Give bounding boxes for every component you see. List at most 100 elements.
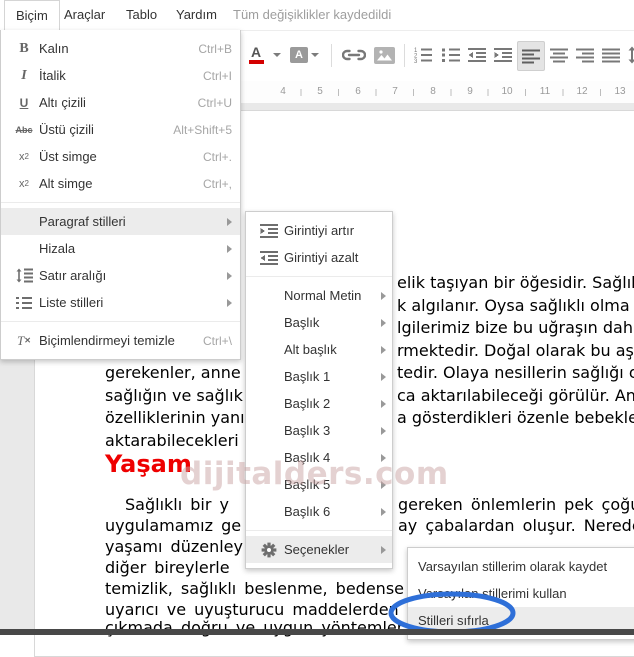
menu-separator [246, 530, 392, 531]
align-right-icon [576, 48, 594, 62]
doc-text-line: sağlığın ve sağlık [105, 386, 243, 405]
menu-item-options[interactable]: Seçenekler [246, 536, 392, 563]
text-color-bar [248, 60, 264, 64]
insert-link-button[interactable] [340, 41, 368, 69]
shortcut: Ctrl+I [202, 68, 232, 83]
menu-item-heading-6[interactable]: Başlık 6 [246, 498, 392, 525]
superscript-icon: x2 [19, 150, 29, 163]
doc-text-line: lgilerimiz bize bu uğraşın daha doğu [397, 318, 634, 337]
menu-item-normal-text[interactable]: Normal Metin [246, 282, 392, 309]
bulleted-list-button[interactable] [438, 41, 464, 69]
doc-text-line: uygulamamız ge [105, 516, 242, 535]
underline-icon: U [19, 95, 29, 110]
text-color-letter: A [250, 44, 262, 60]
doc-text-line: Sağlıklı bir y [125, 495, 229, 514]
options-submenu: Varsayılan stillerim olarak kaydet Varsa… [407, 547, 634, 640]
submenu-arrow-icon [381, 345, 386, 354]
align-left-button[interactable] [517, 41, 545, 71]
bottom-bar [0, 629, 634, 635]
list-styles-icon [9, 296, 39, 310]
shortcut: Ctrl+\ [202, 333, 232, 348]
line-spacing-button[interactable] [624, 41, 634, 69]
menu-item-heading-4[interactable]: Başlık 4 [246, 444, 392, 471]
menu-bicim[interactable]: Biçim [4, 0, 60, 30]
text-color-dropdown[interactable] [270, 41, 284, 69]
line-spacing-icon [628, 46, 634, 64]
menu-item-list-styles[interactable]: Liste stilleri [1, 289, 240, 316]
doc-text-line: özelliklerinin yanı [105, 408, 245, 427]
submenu-arrow-icon [227, 271, 232, 280]
ruler-number: 5 [314, 84, 326, 100]
menu-item-heading-1[interactable]: Başlık 1 [246, 363, 392, 390]
shortcut: Ctrl+, [202, 176, 232, 191]
menu-item-underline[interactable]: U Altı çizili Ctrl+U [1, 89, 240, 116]
menu-item-subscript[interactable]: x2 Alt simge Ctrl+, [1, 170, 240, 197]
submenu-arrow-icon [381, 480, 386, 489]
menubar: Biçim Araçlar Tablo Yardım Tüm değişikli… [0, 0, 634, 30]
menu-item-italic[interactable]: I İtalik Ctrl+I [1, 62, 240, 89]
justify-button[interactable] [598, 41, 624, 69]
doc-text-line: uyarıcı ve uyuşturucu maddelerden [105, 600, 399, 619]
toolbar-separator [404, 44, 405, 67]
doc-text-line: gerekenler, anne [105, 363, 241, 382]
numbered-list-button[interactable]: 123 [410, 41, 436, 69]
increase-indent-icon [254, 223, 284, 238]
menu-item-superscript[interactable]: x2 Üst simge Ctrl+. [1, 143, 240, 170]
submenu-arrow-icon [381, 372, 386, 381]
align-center-button[interactable] [546, 41, 572, 69]
ruler-number: 10 [498, 84, 516, 100]
line-spacing-icon [9, 268, 39, 283]
text-color-button[interactable]: A [244, 41, 268, 69]
link-icon [342, 49, 366, 61]
clear-formatting-icon: T ✕ [17, 332, 31, 348]
menu-tablo[interactable]: Tablo [115, 0, 168, 29]
image-icon [373, 46, 395, 64]
menu-item-save-default-styles[interactable]: Varsayılan stillerim olarak kaydet [408, 553, 634, 580]
menu-yardim[interactable]: Yardım [165, 0, 228, 29]
menu-item-line-spacing[interactable]: Satır aralığı [1, 262, 240, 289]
shortcut: Alt+Shift+5 [173, 122, 232, 137]
submenu-arrow-icon [381, 426, 386, 435]
doc-text-line: ca aktarılabileceği görülür. Anne ve b [397, 386, 634, 405]
justify-icon [602, 48, 620, 62]
doc-text-line: aktarabilecekleri [105, 431, 239, 450]
menu-separator [246, 276, 392, 277]
submenu-arrow-icon [381, 453, 386, 462]
menu-item-use-default-styles[interactable]: Varsayılan stillerimi kullan [408, 580, 634, 607]
doc-text-line: temizlik, sağlıklı beslenme, bedense [105, 579, 404, 598]
menu-item-heading-3[interactable]: Başlık 3 [246, 417, 392, 444]
menu-item-title[interactable]: Başlık [246, 309, 392, 336]
chevron-down-icon [311, 53, 319, 57]
highlight-color-dropdown[interactable] [308, 41, 322, 69]
ruler-number: 13 [611, 84, 629, 100]
decrease-indent-icon [468, 48, 486, 62]
menu-item-align[interactable]: Hizala [1, 235, 240, 262]
align-right-button[interactable] [572, 41, 598, 69]
menu-item-subtitle[interactable]: Alt başlık [246, 336, 392, 363]
ruler-number: 6 [352, 84, 364, 100]
gear-icon [254, 542, 284, 558]
decrease-indent-button[interactable] [464, 41, 490, 69]
menu-item-decrease-indent[interactable]: Girintiyi azalt [246, 244, 392, 271]
submenu-arrow-icon [227, 244, 232, 253]
bold-icon: B [19, 40, 29, 56]
menu-item-paragraph-styles[interactable]: Paragraf stilleri [1, 208, 240, 235]
subscript-icon: x2 [19, 177, 29, 190]
increase-indent-icon [494, 48, 512, 62]
menu-item-clear-formatting[interactable]: T ✕ Biçimlendirmeyi temizle Ctrl+\ [1, 327, 240, 354]
paragraph-styles-submenu: Girintiyi artır Girintiyi azalt Normal M… [245, 211, 393, 569]
submenu-arrow-icon [381, 545, 386, 554]
insert-image-button[interactable] [370, 41, 398, 69]
doc-text-line: k algılanır. Oysa sağlıklı olma uğrund [397, 296, 634, 315]
menu-item-heading-5[interactable]: Başlık 5 [246, 471, 392, 498]
svg-text:3: 3 [414, 59, 418, 63]
menu-araclar[interactable]: Araçlar [53, 0, 116, 29]
increase-indent-button[interactable] [490, 41, 516, 69]
menu-item-strikethrough[interactable]: Abc Üstü çizili Alt+Shift+5 [1, 116, 240, 143]
doc-text-line: gereken önlemlerin pek çoğu gün [398, 495, 634, 514]
menu-item-bold[interactable]: B Kalın Ctrl+B [1, 35, 240, 62]
menu-item-increase-indent[interactable]: Girintiyi artır [246, 217, 392, 244]
menu-item-heading-2[interactable]: Başlık 2 [246, 390, 392, 417]
ruler-number: 12 [573, 84, 591, 100]
doc-text-line: yaşamı düzenley [105, 537, 243, 556]
